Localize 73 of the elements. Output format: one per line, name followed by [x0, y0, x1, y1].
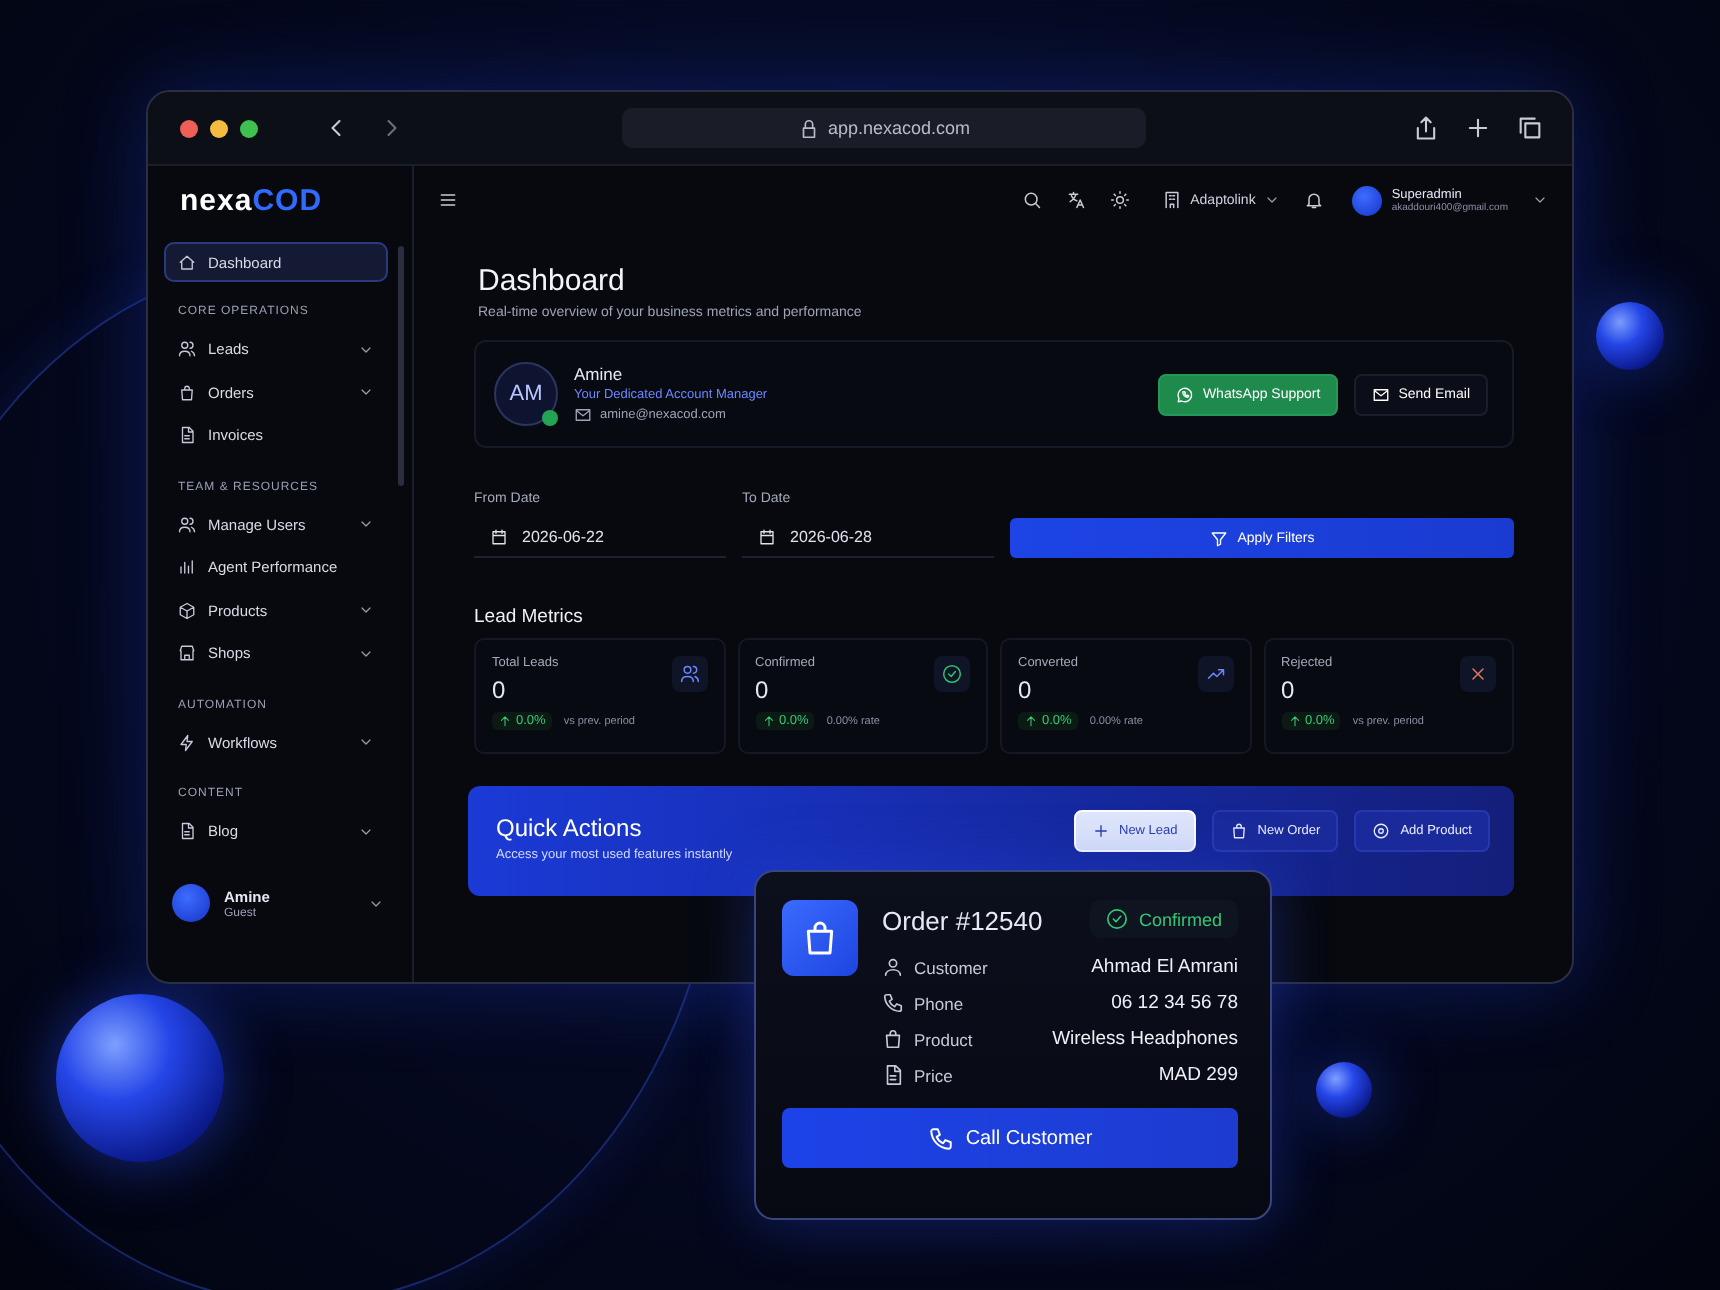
users-icon: [671, 656, 707, 692]
chevron-down-icon: [1263, 192, 1280, 208]
sun-icon[interactable]: [1110, 190, 1131, 210]
call-customer-button[interactable]: Call Customer: [782, 1108, 1238, 1168]
whatsapp-icon: [1176, 385, 1195, 403]
banner-title: Quick Actions: [496, 814, 644, 842]
arrow-up-icon: [498, 714, 512, 728]
bar-chart-icon: [178, 558, 196, 577]
bag-icon: [782, 900, 858, 976]
phone-icon: [927, 1125, 954, 1151]
mail-icon: [574, 406, 592, 424]
store-icon: [178, 644, 196, 663]
bag-icon: [1229, 822, 1248, 840]
bag-icon: [178, 383, 196, 402]
minimize-window-icon[interactable]: [210, 119, 228, 137]
page-title: Dashboard: [478, 264, 627, 298]
detail-value: 06 12 34 56 78: [1111, 992, 1238, 1014]
arrow-up-icon: [761, 714, 775, 728]
lightning-icon: [178, 733, 196, 752]
detail-label: Product: [914, 1029, 973, 1049]
bag-icon: [882, 1028, 904, 1050]
avatar: AM: [494, 362, 558, 426]
chevron-down-icon[interactable]: [1532, 192, 1548, 208]
detail-label: Phone: [914, 993, 964, 1013]
lock-icon: [797, 117, 820, 139]
trend-up-icon: [1197, 656, 1233, 692]
filter-icon: [1209, 529, 1228, 547]
avatar: [172, 884, 210, 922]
metric-value: 0: [1281, 676, 1297, 704]
document-icon: [882, 1064, 904, 1086]
document-icon: [178, 822, 196, 841]
new-tab-icon[interactable]: [1464, 114, 1492, 142]
bell-icon[interactable]: [1303, 190, 1324, 210]
users-icon: [178, 515, 196, 534]
scrollbar-thumb[interactable]: [398, 246, 404, 486]
avatar[interactable]: [1351, 185, 1382, 215]
metric-value: 0: [1018, 676, 1034, 704]
close-window-icon[interactable]: [180, 119, 198, 137]
plus-icon: [1091, 822, 1109, 840]
calendar-icon: [490, 527, 508, 545]
detail-label: Customer: [914, 957, 988, 977]
menu-icon[interactable]: [438, 190, 458, 210]
calendar-icon: [758, 527, 776, 545]
close-icon: [1460, 656, 1496, 692]
arrow-up-icon: [1024, 714, 1038, 728]
share-icon[interactable]: [1412, 114, 1440, 142]
user-icon: [882, 956, 904, 978]
detail-value: Ahmad El Amrani: [1091, 956, 1238, 978]
metric-value: 0: [492, 676, 508, 704]
users-icon: [178, 340, 196, 359]
tabs-icon[interactable]: [1516, 114, 1544, 142]
maximize-window-icon[interactable]: [240, 119, 258, 137]
sphere-drawing: [1596, 302, 1664, 370]
sphere-drawing: [1316, 1062, 1372, 1118]
mail-icon: [1372, 385, 1391, 403]
address-bar[interactable]: app.nexacod.com: [622, 108, 1146, 148]
detail-label: Price: [914, 1065, 953, 1085]
translate-icon[interactable]: [1066, 190, 1087, 210]
order-title: Order #12540: [882, 906, 1043, 936]
search-icon[interactable]: [1022, 190, 1043, 210]
home-icon: [178, 253, 196, 271]
detail-value: Wireless Headphones: [1052, 1028, 1238, 1050]
box-icon: [178, 601, 196, 620]
section-title: Lead Metrics: [474, 606, 585, 628]
phone-icon: [882, 992, 904, 1014]
building-icon: [1162, 190, 1183, 210]
status-badge: Confirmed: [1090, 900, 1238, 938]
document-icon: [178, 426, 196, 445]
arrow-up-icon: [1287, 714, 1301, 728]
logo: nexaCOD: [178, 181, 323, 221]
detail-value: MAD 299: [1158, 1064, 1238, 1086]
manager-name: Amine: [574, 364, 625, 384]
metric-value: 0: [755, 676, 771, 704]
